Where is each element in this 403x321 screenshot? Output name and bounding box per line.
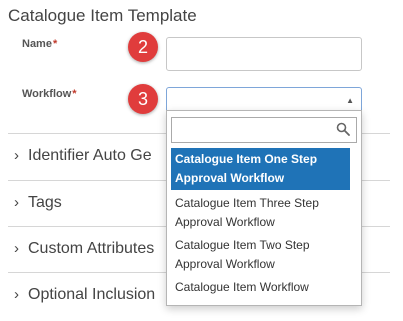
workflow-dropdown: Catalogue Item One Step Approval Workflo… [166,110,362,306]
dropdown-option-one-step[interactable]: Catalogue Item One Step Approval Workflo… [171,148,350,190]
chevron-right-icon: › [14,286,19,303]
name-label-text: Name [22,38,52,50]
name-input[interactable] [166,37,362,71]
caret-up-icon: ▲ [346,96,354,105]
step-badge-3: 3 [128,84,158,114]
dropdown-option-two-step[interactable]: Catalogue Item Two Step Approval Workflo… [171,234,350,276]
chevron-right-icon: › [14,194,19,211]
section-title: Identifier Auto Ge [28,147,152,164]
name-label: Name* [22,38,57,50]
workflow-label: Workflow* [22,88,77,100]
page-title: Catalogue Item Template [8,6,197,25]
dropdown-option-workflow[interactable]: Catalogue Item Workflow [171,276,350,299]
chevron-right-icon: › [14,240,19,257]
required-marker: * [52,38,58,50]
dropdown-search-input[interactable] [171,117,357,143]
step-badge-2: 2 [128,32,158,62]
section-title: Optional Inclusion [28,286,156,303]
section-title: Custom Attributes [28,240,155,257]
chevron-right-icon: › [14,147,19,164]
required-marker: * [72,88,77,100]
dropdown-option-three-step[interactable]: Catalogue Item Three Step Approval Workf… [171,192,350,234]
section-title: Tags [28,194,62,211]
workflow-label-text: Workflow [22,88,72,100]
search-icon [336,122,350,136]
